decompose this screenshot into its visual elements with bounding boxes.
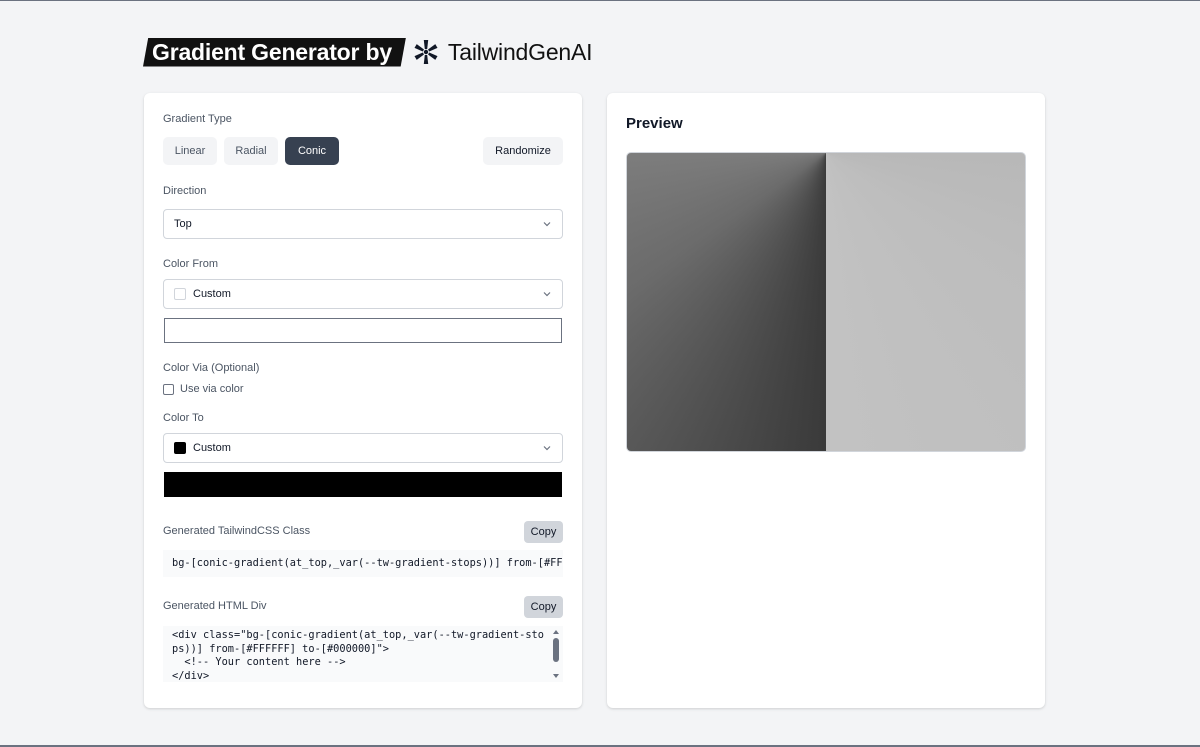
- color-to-picker[interactable]: [164, 472, 562, 497]
- copy-class-button[interactable]: Copy: [524, 521, 563, 543]
- color-via-label: Color Via (Optional): [163, 362, 260, 374]
- asterisk-flower-icon: [412, 38, 440, 66]
- color-from-label: Color From: [163, 258, 219, 270]
- scrollbar-thumb[interactable]: [553, 638, 559, 662]
- use-via-row[interactable]: Use via color: [163, 383, 244, 395]
- type-linear-button[interactable]: Linear: [163, 137, 217, 165]
- chevron-down-icon: [543, 446, 551, 451]
- generated-html-label: Generated HTML Div: [163, 600, 267, 612]
- gradient-type-label: Gradient Type: [163, 113, 232, 125]
- type-conic-button[interactable]: Conic: [285, 137, 339, 165]
- type-radial-button[interactable]: Radial: [224, 137, 278, 165]
- use-via-label: Use via color: [180, 383, 244, 395]
- color-from-value: Custom: [193, 288, 231, 300]
- brand-name: TailwindGenAI: [447, 38, 593, 65]
- color-to-value: Custom: [193, 442, 231, 454]
- use-via-checkbox[interactable]: [163, 383, 174, 395]
- preview-title: Preview: [626, 115, 683, 132]
- direction-value: Top: [174, 218, 192, 230]
- color-to-select[interactable]: Custom: [163, 433, 563, 463]
- color-from-select[interactable]: Custom: [163, 279, 563, 309]
- generated-html-text: <div class="bg-[conic-gradient(at_top,_v…: [172, 629, 544, 682]
- color-from-picker[interactable]: [164, 318, 562, 343]
- randomize-button[interactable]: Randomize: [483, 137, 563, 165]
- generated-html-code[interactable]: <div class="bg-[conic-gradient(at_top,_v…: [163, 626, 563, 682]
- direction-select[interactable]: Top: [163, 209, 563, 239]
- window-top-border: [0, 0, 1200, 1]
- copy-html-button[interactable]: Copy: [524, 596, 563, 618]
- preview-panel: Preview: [607, 93, 1045, 708]
- color-to-swatch: [174, 442, 186, 454]
- color-from-swatch: [174, 288, 186, 300]
- chevron-down-icon: [543, 292, 551, 297]
- controls-panel: Gradient Type Linear Radial Conic Random…: [144, 93, 582, 708]
- color-to-label: Color To: [163, 412, 204, 424]
- page-title: Gradient Generator by: [143, 37, 406, 67]
- scroll-up-arrow-icon[interactable]: [553, 630, 559, 634]
- scroll-down-arrow-icon[interactable]: [553, 674, 559, 678]
- generated-class-code[interactable]: bg-[conic-gradient(at_top,_var(--tw-grad…: [163, 550, 563, 577]
- page-header: Gradient Generator by TailwindGenAI: [143, 36, 593, 68]
- generated-class-label: Generated TailwindCSS Class: [163, 525, 311, 537]
- gradient-preview: [626, 152, 1026, 452]
- chevron-down-icon: [543, 222, 551, 227]
- direction-label: Direction: [163, 185, 207, 197]
